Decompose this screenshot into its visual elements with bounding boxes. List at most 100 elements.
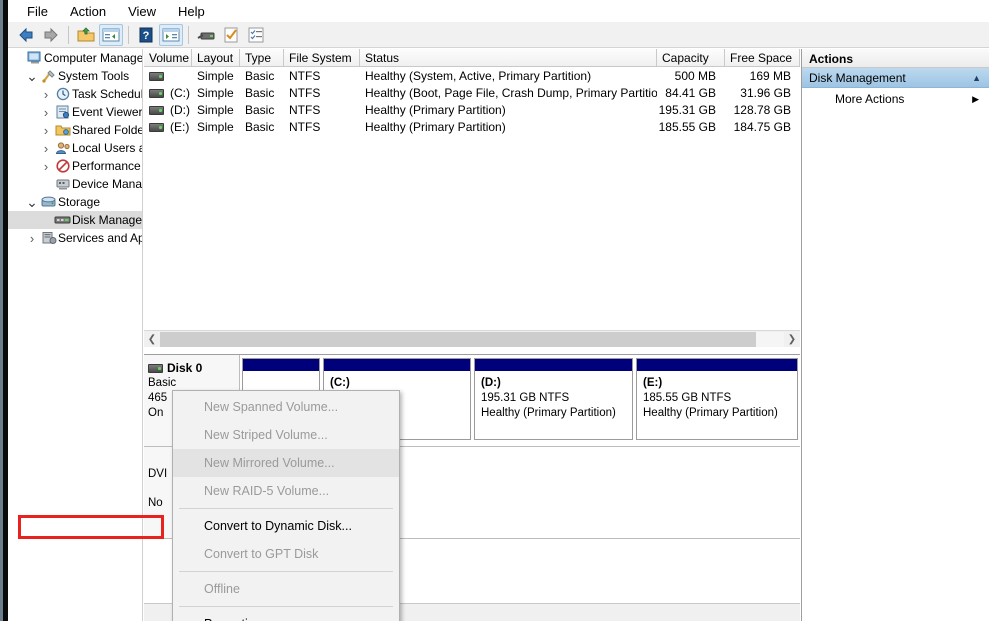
back-button[interactable] xyxy=(14,24,38,46)
chevron-down-icon[interactable]: ⌄ xyxy=(24,194,40,211)
disk-context-menu[interactable]: New Spanned Volume... New Striped Volume.… xyxy=(172,390,400,621)
menu-item-action[interactable]: Action xyxy=(59,2,117,21)
device-manager-icon xyxy=(54,177,72,191)
storage-icon xyxy=(40,195,58,209)
forward-button[interactable] xyxy=(39,24,63,46)
partition-color-bar xyxy=(637,359,797,371)
properties-button[interactable] xyxy=(219,24,243,46)
volume-cell-capacity: 84.41 GB xyxy=(665,85,716,100)
partition-color-bar xyxy=(324,359,470,371)
menu-bar: File Action View Help xyxy=(8,0,989,22)
volume-label: (E:) xyxy=(170,119,190,134)
tree-item-label: Disk Manage xyxy=(72,213,142,227)
tree-item-device-mana[interactable]: Device Mana xyxy=(8,175,142,193)
tree-item-storage[interactable]: ⌄ Storage xyxy=(8,193,142,211)
volume-list-horizontal-scrollbar[interactable]: ❮ ❯ xyxy=(144,330,800,347)
actions-pane: Actions Disk Management ▲ More Actions ▶ xyxy=(801,49,989,621)
list-view-button[interactable] xyxy=(244,24,268,46)
shared-folder-icon xyxy=(54,123,72,137)
volume-column-header-capacity[interactable]: Capacity xyxy=(657,49,725,66)
tree-item-shared-folde[interactable]: › Shared Folde xyxy=(8,121,142,139)
tree-item-services-and-app[interactable]: › Services and App xyxy=(8,229,142,247)
console-tree-pane[interactable]: Computer Manager ⌄ System Tools › Task Sched… xyxy=(8,49,143,621)
volume-cell-free: 184.75 GB xyxy=(733,119,791,134)
scroll-left-icon[interactable]: ❮ xyxy=(144,332,160,347)
chevron-right-icon[interactable]: › xyxy=(24,231,40,246)
partition-box[interactable]: (D:) 195.31 GB NTFS Healthy (Primary Parti… xyxy=(474,358,633,440)
scroll-right-icon[interactable]: ❯ xyxy=(784,332,800,347)
chevron-up-icon[interactable]: ▲ xyxy=(972,73,981,83)
volume-column-header-free-space[interactable]: Free Space xyxy=(725,49,800,66)
chevron-right-icon[interactable]: ▶ xyxy=(972,94,979,105)
volume-cell-name xyxy=(144,69,192,83)
context-menu-item-properties[interactable]: Properties xyxy=(173,610,399,621)
chevron-right-icon[interactable]: › xyxy=(38,141,54,156)
volume-row[interactable]: (E:) Simple Basic NTFS Healthy (Primary Part… xyxy=(144,118,800,135)
chevron-right-icon[interactable]: › xyxy=(38,105,54,120)
volume-column-header-volume[interactable]: Volume xyxy=(144,49,192,66)
tree-item-event-viewer[interactable]: › Event Viewer xyxy=(8,103,142,121)
partition-size: 195.31 GB NTFS xyxy=(481,392,570,404)
context-menu-item-convert-to-dynamic-disk[interactable]: Convert to Dynamic Disk... xyxy=(173,512,399,540)
volume-list-body[interactable]: Simple Basic NTFS Healthy (System, Active, … xyxy=(144,67,800,135)
tools-icon xyxy=(40,69,58,83)
volume-cell-type: Basic xyxy=(245,85,275,100)
volume-list-header: Volume Layout Type File System Status Capacit… xyxy=(144,49,800,67)
volume-cell-layout: Simple xyxy=(197,119,234,134)
partition-status: Healthy (Primary Partition) xyxy=(643,407,778,419)
context-menu-item-new-striped-volume: New Striped Volume... xyxy=(204,428,328,442)
tree-item-disk-manage[interactable]: Disk Manage xyxy=(8,211,142,229)
actions-group-disk-management[interactable]: Disk Management ▲ xyxy=(802,68,989,88)
partition-box[interactable]: (E:) 185.55 GB NTFS Healthy (Primary Parti… xyxy=(636,358,798,440)
scroll-track[interactable] xyxy=(160,331,784,347)
tree-item-local-users-a[interactable]: › Local Users a xyxy=(8,139,142,157)
up-folder-button[interactable] xyxy=(74,24,98,46)
partition-color-bar xyxy=(243,359,319,371)
tree-item-performance[interactable]: › Performance xyxy=(8,157,142,175)
volume-cell-fs: NTFS xyxy=(289,68,321,83)
chevron-right-icon[interactable]: › xyxy=(38,87,54,102)
actions-item-more-actions[interactable]: More Actions ▶ xyxy=(802,88,989,110)
volume-cell-type: Basic xyxy=(245,102,275,117)
volume-drive-icon xyxy=(149,105,164,115)
volume-cell-layout: Simple xyxy=(197,68,234,83)
tree-item-label: Performance xyxy=(72,159,141,173)
menu-item-help[interactable]: Help xyxy=(167,2,216,21)
tree-item-system-tools[interactable]: ⌄ System Tools xyxy=(8,67,142,85)
tree-item-task-schedul[interactable]: › Task Schedul xyxy=(8,85,142,103)
partition-info: (E:) 185.55 GB NTFS Healthy (Primary Parti… xyxy=(637,371,797,426)
chevron-right-icon[interactable]: › xyxy=(38,159,54,174)
menu-item-file[interactable]: File xyxy=(16,2,59,21)
disk0-name: Disk 0 xyxy=(167,361,203,375)
volume-row[interactable]: Simple Basic NTFS Healthy (System, Active, … xyxy=(144,67,800,84)
window-left-edge xyxy=(0,0,8,621)
partition-info xyxy=(243,371,319,381)
svg-text:?: ? xyxy=(143,30,150,42)
volume-row[interactable]: (C:) Simple Basic NTFS Healthy (Boot, Page F… xyxy=(144,84,800,101)
tree-item-label: Computer Manager xyxy=(44,51,142,65)
tree-item-label: Local Users a xyxy=(72,141,142,155)
partition-status: Healthy (Primary Partition) xyxy=(481,407,616,419)
tree-item-computer-manager[interactable]: Computer Manager xyxy=(8,49,142,67)
console-tree-button[interactable] xyxy=(99,23,123,46)
volume-cell-free: 31.96 GB xyxy=(740,85,791,100)
help-button[interactable]: ? xyxy=(134,24,158,46)
volume-column-header-status[interactable]: Status xyxy=(360,49,657,66)
volume-column-header-type[interactable]: Type xyxy=(240,49,284,66)
actions-pane-title: Actions xyxy=(802,49,989,68)
performance-icon xyxy=(54,159,72,173)
volume-row[interactable]: (D:) Simple Basic NTFS Healthy (Primary Part… xyxy=(144,101,800,118)
chevron-right-icon[interactable]: › xyxy=(38,123,54,138)
scroll-thumb[interactable] xyxy=(160,331,756,347)
volume-cell-capacity: 500 MB xyxy=(674,68,716,83)
volume-column-header-layout[interactable]: Layout xyxy=(192,49,240,66)
chevron-down-icon[interactable]: ⌄ xyxy=(24,68,40,85)
disk-management-icon xyxy=(54,214,72,226)
menu-item-view[interactable]: View xyxy=(117,2,167,21)
volume-column-header-file-system[interactable]: File System xyxy=(284,49,360,66)
rescan-disks-button[interactable] xyxy=(194,24,218,46)
toolbar-separator-3 xyxy=(188,25,189,44)
volume-cell-layout: Simple xyxy=(197,102,234,117)
partition-name: (D:) xyxy=(481,377,501,389)
show-action-pane-button[interactable] xyxy=(159,23,183,46)
